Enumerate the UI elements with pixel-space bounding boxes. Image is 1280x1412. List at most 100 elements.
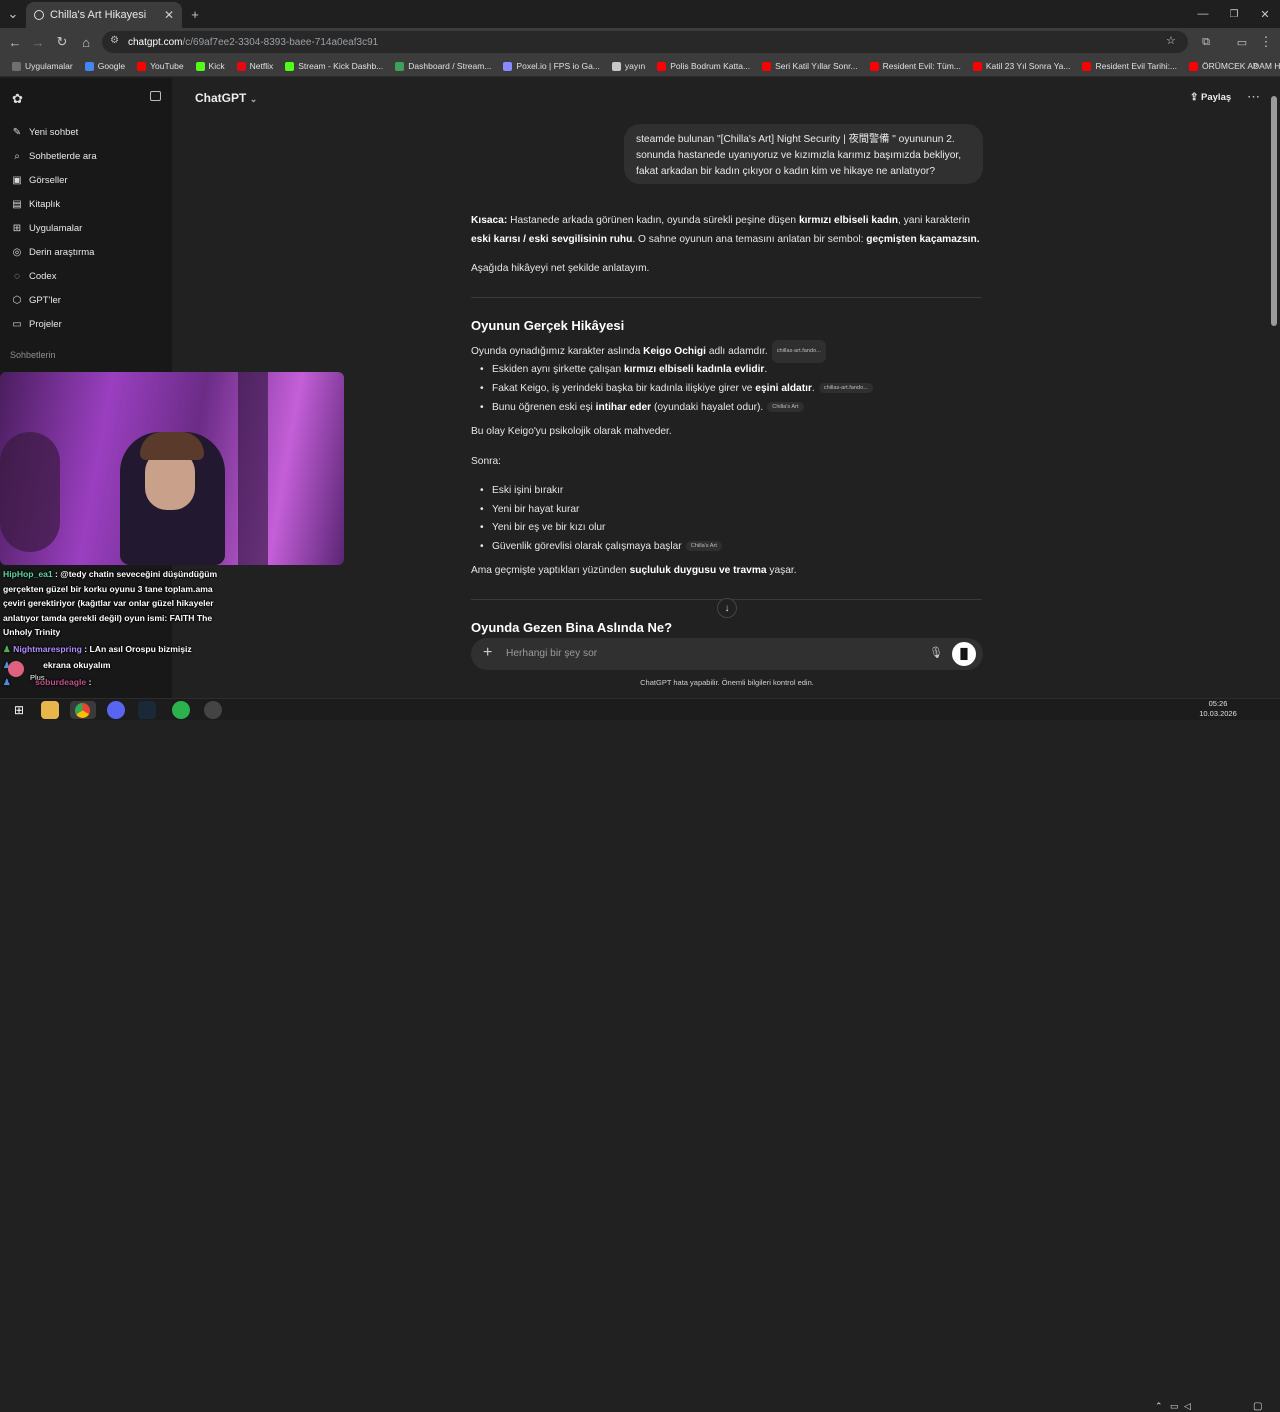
bookmark-item[interactable]: Resident Evil: Tüm...	[864, 56, 967, 76]
citation-chip[interactable]: chillas-art.fando...	[771, 340, 826, 363]
summary-paragraph: Kısaca: Hastanede arkada görünen kadın, …	[471, 215, 980, 245]
clock-time: 05:26	[1208, 699, 1228, 708]
sidebar-item[interactable]: ⊞ Uygulamalar	[12, 222, 83, 234]
url-host: chatgpt.com	[128, 36, 183, 48]
bookmark-label: Katil 23 Yıl Sonra Ya...	[985, 61, 1071, 71]
intro-paragraph: Aşağıda hikâyeyi net şekilde anlatayım.	[471, 263, 650, 274]
home-icon[interactable]: ⌂	[77, 33, 95, 51]
forward-icon[interactable]: →	[29, 33, 47, 51]
chat-text: : @tedy chatin seveceğini düşündüğüm ger…	[3, 569, 218, 637]
bookmark-item[interactable]: Resident Evil Tarihi:...	[1076, 56, 1183, 76]
steam-icon[interactable]	[138, 701, 156, 719]
back-icon[interactable]: ←	[6, 33, 24, 51]
list-item: Bunu öğrenen eski eşi intihar eder (oyun…	[480, 402, 804, 413]
bookmark-item[interactable]: Stream - Kick Dashb...	[279, 56, 389, 76]
tab-close-icon[interactable]: ✕	[164, 8, 174, 22]
obs-icon[interactable]	[204, 701, 222, 719]
browser-menu-icon[interactable]: ⋮	[1257, 33, 1275, 51]
sidebar-item[interactable]: ▣ Görseller	[12, 174, 68, 186]
chat-text: ekrana okuyalım	[43, 660, 111, 670]
model-selector[interactable]: ChatGPT ⌄	[195, 91, 257, 105]
bookmark-label: YouTube	[150, 61, 184, 71]
more-options-icon[interactable]: ⋯	[1247, 89, 1260, 105]
bookmark-item[interactable]: YouTube	[131, 56, 189, 76]
microphone-icon[interactable]: 🎙	[929, 646, 943, 659]
bookmark-item[interactable]: Uygulamalar	[6, 56, 79, 76]
bookmark-item[interactable]: Seri Katil Yıllar Sonr...	[756, 56, 864, 76]
reload-icon[interactable]: ↻	[53, 33, 71, 51]
sidebar-item[interactable]: ▤ Kitaplık	[12, 199, 60, 210]
sidebar-item-icon: ◌	[14, 270, 20, 282]
chevron-down-icon: ⌄	[249, 94, 258, 104]
clock-date: 10.03.2026	[1199, 709, 1237, 718]
scrollbar[interactable]	[1271, 96, 1277, 326]
bookmark-item[interactable]: Poxel.io | FPS io Ga...	[497, 56, 605, 76]
tab-search-icon[interactable]: ⌄	[4, 5, 22, 23]
bookmark-star-icon[interactable]: ☆	[1166, 34, 1176, 47]
waveform-icon: ▐▌	[956, 648, 972, 660]
sidebar-item[interactable]: ✎ Yeni sohbet	[12, 127, 79, 138]
app-icon[interactable]	[172, 701, 190, 719]
sidebar-item-label: Görseller	[29, 175, 68, 186]
window-close-icon[interactable]: ✕	[1256, 5, 1274, 23]
bookmarks-overflow-icon[interactable]: »	[1252, 60, 1258, 71]
bookmark-favicon-icon	[285, 61, 295, 71]
share-label: Paylaş	[1201, 92, 1232, 103]
sidebar-item[interactable]: ⬡ GPT'ler	[12, 295, 61, 306]
composer[interactable]: + Herhangi bir şey sor 🎙 ▐▌	[471, 638, 983, 670]
list-item: Yeni bir hayat kurar	[480, 504, 579, 515]
chat-text: : LAn asıl Orospu bizmişiz	[81, 644, 192, 654]
sidebar-item[interactable]: ▭ Projeler	[12, 319, 61, 330]
extensions-icon[interactable]: ⧉	[1197, 33, 1215, 51]
notification-icon[interactable]: ▢	[1253, 1401, 1262, 1412]
bookmark-item[interactable]: Katil 23 Yıl Sonra Ya...	[967, 56, 1077, 76]
bookmark-item[interactable]: ÖRÜMCEK ADAM H...	[1183, 56, 1280, 76]
share-icon: ⇪	[1190, 92, 1199, 103]
sidebar-toggle-icon[interactable]	[150, 91, 161, 101]
bookmark-item[interactable]: yayın	[606, 56, 651, 76]
browser-tab[interactable]: Chilla's Art Hikayesi ✕	[26, 2, 182, 28]
sidebar-item[interactable]: ⌕ Sohbetlerde ara	[12, 151, 96, 162]
openai-logo-icon[interactable]: ✿	[12, 91, 23, 107]
volume-icon[interactable]: ◁	[1184, 1401, 1191, 1412]
bookmark-item[interactable]: Google	[79, 56, 131, 76]
attach-plus-icon[interactable]: +	[483, 644, 492, 662]
sidebar-item-icon: ⊞	[12, 222, 22, 234]
citation-chip[interactable]: Chilla's Art	[767, 402, 804, 413]
sidebar-item-icon: ▤	[12, 198, 22, 210]
share-button[interactable]: ⇪ Paylaş	[1190, 92, 1231, 103]
file-explorer-icon[interactable]	[41, 701, 59, 719]
sidebar-item-label: Codex	[29, 271, 57, 282]
network-icon[interactable]: ▭	[1170, 1401, 1179, 1412]
citation-chip[interactable]: chillas-art.fando...	[818, 383, 873, 394]
tray-chevron-icon[interactable]: ⌃	[1155, 1401, 1163, 1412]
profile-icon[interactable]: ▭	[1233, 33, 1251, 51]
scroll-down-button[interactable]: ↓	[717, 598, 737, 618]
chatgpt-favicon-icon	[34, 10, 44, 20]
clock[interactable]: 05:26 10.03.2026	[1196, 698, 1240, 719]
site-info-icon[interactable]: ⚙	[110, 35, 119, 46]
minimize-icon[interactable]: —	[1194, 5, 1212, 23]
chat-username: Nightmarespring	[13, 644, 82, 654]
prompt-input[interactable]: Herhangi bir şey sor	[506, 648, 597, 659]
bookmark-item[interactable]: Kick	[190, 56, 231, 76]
bookmark-label: Resident Evil: Tüm...	[882, 61, 961, 71]
chrome-taskbar-icon[interactable]	[70, 701, 96, 719]
discord-icon[interactable]	[107, 701, 125, 719]
bookmark-item[interactable]: Netflix	[231, 56, 280, 76]
voice-mode-button[interactable]: ▐▌	[952, 642, 976, 666]
sidebar-item-icon: ▣	[12, 174, 22, 186]
new-tab-icon[interactable]: +	[186, 5, 204, 23]
sidebar-item-label: Kitaplık	[29, 199, 61, 210]
bookmark-favicon-icon	[762, 61, 772, 71]
chat-message: ♟ soburdeagle :	[3, 675, 233, 690]
sidebar-item[interactable]: ◎ Derin araştırma	[12, 247, 95, 258]
bookmark-item[interactable]: Dashboard / Stream...	[389, 56, 497, 76]
restore-icon[interactable]: ❐	[1225, 5, 1243, 23]
citation-chip[interactable]: Chilla's Art	[685, 541, 722, 552]
windows-start-icon[interactable]: ⊞	[10, 701, 28, 719]
sidebar-item[interactable]: ◌ Codex	[12, 271, 56, 282]
url-field[interactable]: ⚙ chatgpt.com/c/69af7ee2-3304-8393-baee-…	[102, 31, 1188, 53]
bookmark-label: Google	[97, 61, 126, 71]
bookmark-item[interactable]: Polis Bodrum Katta...	[651, 56, 756, 76]
